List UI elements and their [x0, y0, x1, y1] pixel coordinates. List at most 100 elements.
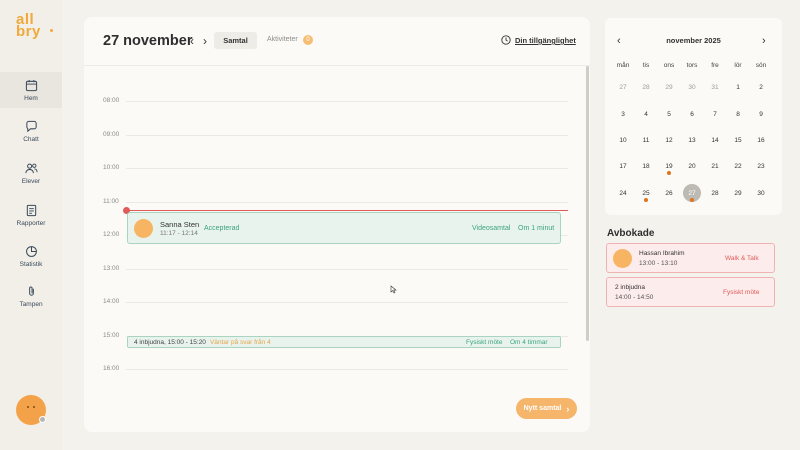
- calendar-day[interactable]: 4: [635, 106, 657, 124]
- hour-row: 09:00: [84, 131, 574, 138]
- weekday-label: tors: [686, 62, 698, 69]
- users-icon: [24, 163, 38, 173]
- new-call-button[interactable]: Nytt samtal ›: [516, 398, 577, 419]
- calendar-day[interactable]: 16: [750, 132, 772, 150]
- calendar-day[interactable]: 17: [612, 158, 634, 176]
- calendar-day[interactable]: 10: [612, 132, 634, 150]
- calendar-day[interactable]: 29: [658, 79, 680, 97]
- schedule-panel: 27 november ‹ › Samtal Aktiviteter 0 Din…: [84, 17, 590, 432]
- calendar-day[interactable]: 30: [750, 185, 772, 203]
- schedule-header: 27 november ‹ › Samtal Aktiviteter 0 Din…: [84, 17, 590, 65]
- weekday-label: mån: [616, 62, 630, 69]
- clock-icon: [501, 35, 511, 45]
- calendar-day[interactable]: 13: [681, 132, 703, 150]
- calendar-day[interactable]: 20: [681, 158, 703, 176]
- calendar-day[interactable]: 7: [704, 106, 726, 124]
- event-indicator-dot: [690, 198, 694, 202]
- sidebar-item-rapporter[interactable]: Rapporter: [0, 197, 62, 233]
- cancelled-item[interactable]: Hassan Ibrahim 13:00 - 13:10 Walk & Talk: [606, 243, 775, 273]
- calendar-day[interactable]: 8: [727, 106, 749, 124]
- event-status: Väntar på svar från 4: [210, 339, 271, 346]
- calendar-day[interactable]: 30: [681, 79, 703, 97]
- chat-icon: [25, 120, 37, 132]
- calendar-day[interactable]: 31: [704, 79, 726, 97]
- tab-aktiviteter[interactable]: Aktiviteter: [267, 36, 298, 43]
- calendar-day[interactable]: 21: [704, 158, 726, 176]
- availability-link[interactable]: Din tillgänglighet: [515, 36, 576, 45]
- calendar-day[interactable]: 15: [727, 132, 749, 150]
- report-icon: [26, 204, 36, 216]
- calendar-day[interactable]: 19: [658, 158, 680, 176]
- calendar-day[interactable]: 26: [658, 185, 680, 203]
- weekday-label: lör: [734, 62, 742, 69]
- tab-samtal[interactable]: Samtal: [214, 32, 257, 49]
- event-countdown: Om 1 minut: [518, 225, 555, 232]
- pie-chart-icon: [25, 245, 37, 257]
- aktiviteter-count-badge: 0: [303, 35, 313, 45]
- month-calendar: ‹ november 2025 › mån tis ons tors fre l…: [605, 18, 782, 215]
- cancelled-item[interactable]: 2 inbjudna 14:00 - 14:50 Fysiskt möte: [606, 277, 775, 307]
- calendar-day[interactable]: 29: [727, 185, 749, 203]
- calendar-day[interactable]: 9: [750, 106, 772, 124]
- chevron-left-icon[interactable]: ‹: [190, 35, 200, 47]
- event-card[interactable]: Sanna Sten 11:17 - 12:14 Accepterad Vide…: [127, 212, 561, 244]
- event-summary: 4 inbjudna, 15:00 - 15:20: [134, 339, 206, 346]
- calendar-day[interactable]: 6: [681, 106, 703, 124]
- cancelled-time: 13:00 - 13:10: [639, 260, 678, 267]
- hour-row: 10:00: [84, 164, 574, 171]
- sidebar-item-statistik[interactable]: Statistik: [0, 238, 62, 274]
- weekday-label: sön: [755, 62, 767, 69]
- calendar-day[interactable]: 27: [612, 79, 634, 97]
- event-card[interactable]: 4 inbjudna, 15:00 - 15:20 Väntar på svar…: [127, 336, 561, 348]
- calendar-day-selected[interactable]: 27: [681, 184, 703, 203]
- cancelled-name: Hassan Ibrahim: [639, 250, 685, 257]
- calendar-day[interactable]: 18: [635, 158, 657, 176]
- calendar-day[interactable]: 28: [704, 185, 726, 203]
- event-type: Fysiskt möte: [466, 339, 503, 346]
- calendar-day[interactable]: 11: [635, 132, 657, 150]
- chevron-right-icon: ›: [566, 403, 570, 414]
- weekday-label: tis: [642, 62, 650, 69]
- hour-row: 13:00: [84, 265, 574, 272]
- calendar-day[interactable]: 24: [612, 185, 634, 203]
- chevron-right-icon[interactable]: ›: [762, 35, 766, 47]
- calendar-day[interactable]: 1: [727, 79, 749, 97]
- sidebar-item-tampen[interactable]: Tampen: [0, 278, 62, 314]
- calendar-icon: [25, 79, 37, 91]
- sidebar-item-chatt[interactable]: Chatt: [0, 113, 62, 149]
- hour-row: 14:00: [84, 298, 574, 305]
- calendar-day[interactable]: 22: [727, 158, 749, 176]
- cancelled-section-title: Avbokade: [607, 228, 655, 239]
- sidebar-item-hem[interactable]: Hem: [0, 72, 62, 108]
- event-participant: Sanna Sten: [160, 220, 200, 229]
- weekday-label: fre: [711, 62, 719, 69]
- calendar-day[interactable]: 3: [612, 106, 634, 124]
- chevron-right-icon[interactable]: ›: [203, 35, 213, 47]
- event-type: Videosamtal: [472, 225, 511, 232]
- cancelled-name: 2 inbjudna: [615, 284, 645, 291]
- avatar: [613, 249, 632, 268]
- cancelled-time: 14:00 - 14:50: [615, 294, 654, 301]
- avatar: [134, 219, 153, 238]
- calendar-day[interactable]: 5: [658, 106, 680, 124]
- calendar-day[interactable]: 12: [658, 132, 680, 150]
- timeline-scrollbar[interactable]: [586, 66, 589, 341]
- user-avatar[interactable]: [16, 395, 46, 425]
- calendar-day[interactable]: 14: [704, 132, 726, 150]
- calendar-day[interactable]: 28: [635, 79, 657, 97]
- sidebar: all bry Hem Chatt Elever Rapporter Stati…: [0, 0, 62, 450]
- allbry-logo[interactable]: all bry: [16, 12, 56, 44]
- calendar-day[interactable]: 25: [635, 185, 657, 203]
- mouse-cursor-icon: [390, 285, 397, 294]
- event-countdown: Om 4 timmar: [510, 339, 548, 346]
- calendar-month-label: november 2025: [666, 36, 721, 45]
- event-indicator-dot: [667, 171, 671, 175]
- calendar-day[interactable]: 23: [750, 158, 772, 176]
- sidebar-item-elever[interactable]: Elever: [0, 155, 62, 191]
- cancelled-type: Walk & Talk: [725, 255, 759, 262]
- calendar-day[interactable]: 2: [750, 79, 772, 97]
- cancelled-type: Fysiskt möte: [723, 289, 760, 296]
- hour-row: 16:00: [84, 365, 574, 372]
- page-title: 27 november: [103, 33, 193, 49]
- day-timeline[interactable]: 08:00 09:00 10:00 11:00 12:00 13:00 14:0…: [84, 66, 590, 386]
